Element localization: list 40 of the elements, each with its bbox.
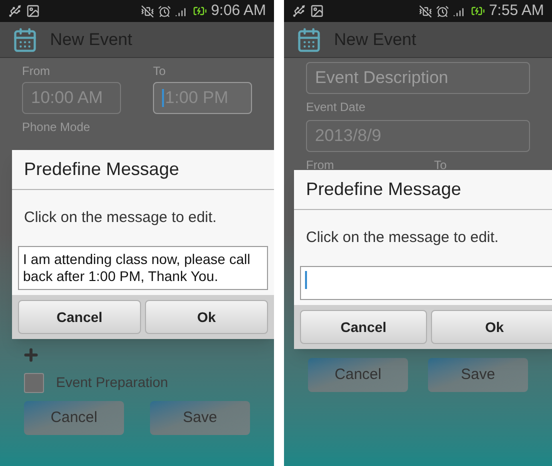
alarm-icon [436, 4, 449, 18]
dialog-button[interactable]: Ok [145, 300, 268, 334]
field-label: To [434, 157, 448, 174]
image-icon [26, 4, 40, 18]
checkbox-label: Event Preparation [56, 373, 168, 392]
field-label: To [153, 63, 167, 80]
dialog-message: Click on the message to edit. [24, 209, 217, 226]
vibrate-off-icon [418, 4, 432, 18]
dialog-button[interactable]: Cancel [18, 300, 141, 334]
text-cursor [162, 89, 164, 107]
usb-icon [8, 4, 22, 18]
text-field[interactable]: Event Description [306, 62, 530, 94]
vibrate-off-icon [140, 4, 154, 18]
field-label: Event Date [305, 99, 366, 116]
field-label: Phone Mode [21, 119, 92, 136]
dialog-title: Predefine Message [306, 178, 462, 201]
status-time: 7:55 AM [488, 0, 544, 21]
action-button[interactable]: Save [150, 401, 250, 435]
action-button[interactable]: Save [428, 358, 528, 392]
battery-icon [470, 4, 485, 18]
action-button[interactable]: Cancel [308, 358, 408, 392]
message-field[interactable]: I am attending class now, please call back after 1:00 PM, Thank You. [18, 246, 268, 290]
battery-icon [192, 4, 207, 18]
usb-icon [292, 4, 306, 18]
field-label: From [22, 63, 51, 80]
status-time: 9:06 AM [210, 0, 266, 21]
add-icon[interactable] [22, 346, 40, 364]
dialog-button[interactable]: Ok [431, 310, 552, 344]
dialog-message: Click on the message to edit. [306, 229, 499, 246]
dialog-title: Predefine Message [24, 158, 180, 181]
action-button[interactable]: Cancel [24, 401, 124, 435]
calendar-icon [12, 26, 38, 52]
checkbox[interactable] [24, 372, 44, 392]
message-field[interactable] [300, 266, 552, 300]
alarm-icon [158, 4, 171, 18]
text-cursor [305, 271, 307, 290]
field-label: From [306, 157, 335, 174]
calendar-icon [296, 26, 322, 52]
image-icon [310, 4, 324, 18]
dialog-button[interactable]: Cancel [300, 310, 427, 344]
